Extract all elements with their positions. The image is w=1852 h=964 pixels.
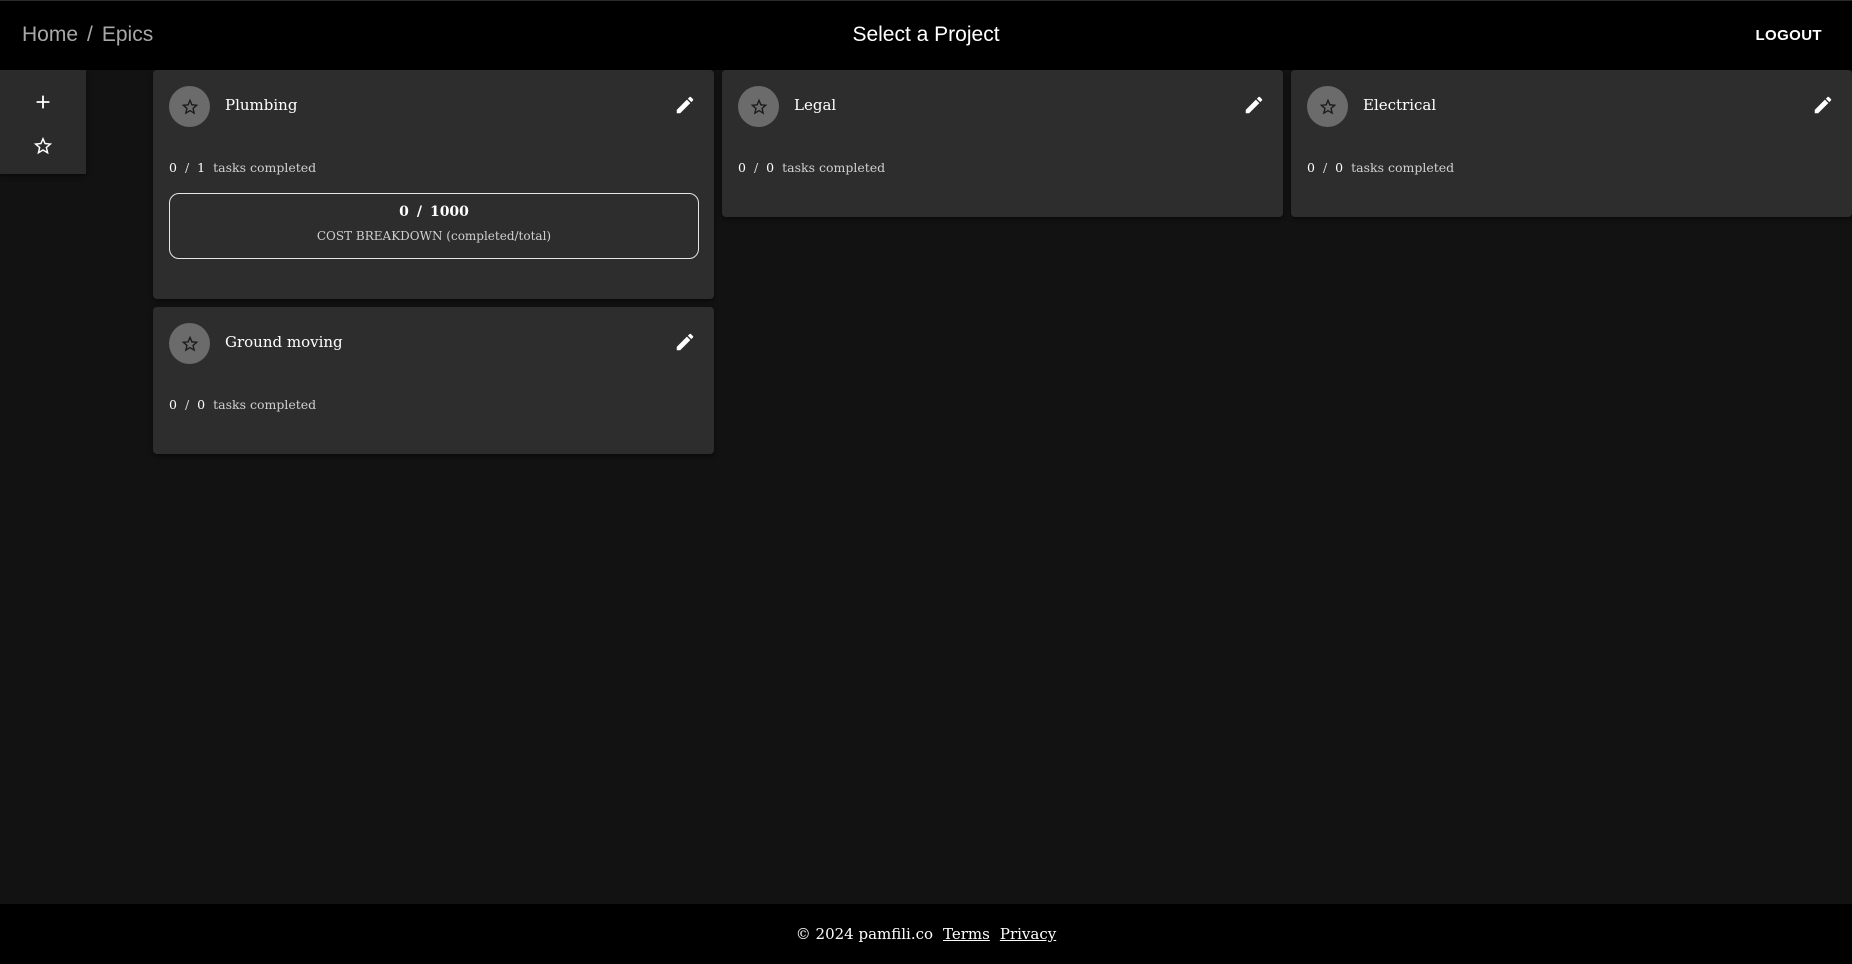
tasks-label: tasks completed [213,160,317,175]
cost-slash: / [416,204,422,220]
star-outline-icon [33,136,53,155]
project-title: Ground moving [225,333,343,351]
tasks-progress: 0 / 1 tasks completed [169,160,316,175]
tasks-total-count: 0 [766,160,775,175]
tasks-completed-count: 0 [738,160,746,175]
cost-breakdown-label: COST BREAKDOWN (completed/total) [316,229,552,243]
top-app-bar: Home / Epics Select a Project LOGOUT [0,0,1852,70]
tasks-completed-count: 0 [1307,160,1315,175]
project-card-legal[interactable]: Legal 0 / 0 tasks completed [722,70,1283,217]
favorite-toggle-button[interactable] [169,323,210,364]
edit-project-button[interactable] [672,329,698,355]
side-panel [0,70,86,174]
tasks-label: tasks completed [213,397,317,412]
star-outline-icon [750,98,767,114]
project-card-ground-moving[interactable]: Ground moving 0 / 0 tasks completed [153,307,714,454]
add-project-button[interactable] [21,82,65,122]
star-outline-icon [181,98,198,114]
privacy-link[interactable]: Privacy [1000,925,1056,943]
pencil-icon [1245,96,1263,114]
cost-values: 0 / 1000 [170,204,698,220]
project-title: Electrical [1363,96,1437,114]
tasks-completed-count: 0 [169,160,177,175]
project-title: Plumbing [225,96,298,114]
tasks-total-count: 0 [1335,160,1344,175]
tasks-progress: 0 / 0 tasks completed [1307,160,1454,175]
cost-completed: 0 [399,204,409,220]
favorite-toggle-button[interactable] [738,86,779,127]
pencil-icon [1814,96,1832,114]
pencil-icon [676,333,694,351]
favorite-toggle-button[interactable] [1307,86,1348,127]
favorite-toggle-button[interactable] [169,86,210,127]
edit-project-button[interactable] [672,92,698,118]
tasks-progress: 0 / 0 tasks completed [169,397,316,412]
footer: © 2024 pamfili.co Terms Privacy [0,904,1852,964]
tasks-label: tasks completed [1351,160,1455,175]
page-title: Select a Project [852,23,1000,46]
project-card-electrical[interactable]: Electrical 0 / 0 tasks completed [1291,70,1852,217]
tasks-total-count: 0 [197,397,206,412]
tasks-completed-count: 0 [169,397,177,412]
tasks-slash: / [1322,160,1328,175]
tasks-slash: / [184,160,190,175]
pencil-icon [676,96,694,114]
edit-project-button[interactable] [1241,92,1267,118]
tasks-total-count: 1 [197,160,206,175]
logout-button[interactable]: LOGOUT [1755,27,1822,44]
tasks-slash: / [753,160,759,175]
copyright-text: © 2024 pamfili.co [795,925,934,943]
project-card-plumbing[interactable]: Plumbing 0 / 1 tasks completed 0 / 1000 CO… [153,70,714,299]
project-title: Legal [794,96,837,114]
tasks-progress: 0 / 0 tasks completed [738,160,885,175]
favorites-filter-button[interactable] [21,126,65,166]
edit-project-button[interactable] [1810,92,1836,118]
cost-breakdown-box[interactable]: 0 / 1000 COST BREAKDOWN (completed/total) [169,193,699,259]
star-outline-icon [181,335,198,351]
star-outline-icon [1319,98,1336,114]
cost-total: 1000 [429,204,469,220]
tasks-slash: / [184,397,190,412]
plus-icon [36,95,50,109]
tasks-label: tasks completed [782,160,886,175]
terms-link[interactable]: Terms [943,925,990,943]
